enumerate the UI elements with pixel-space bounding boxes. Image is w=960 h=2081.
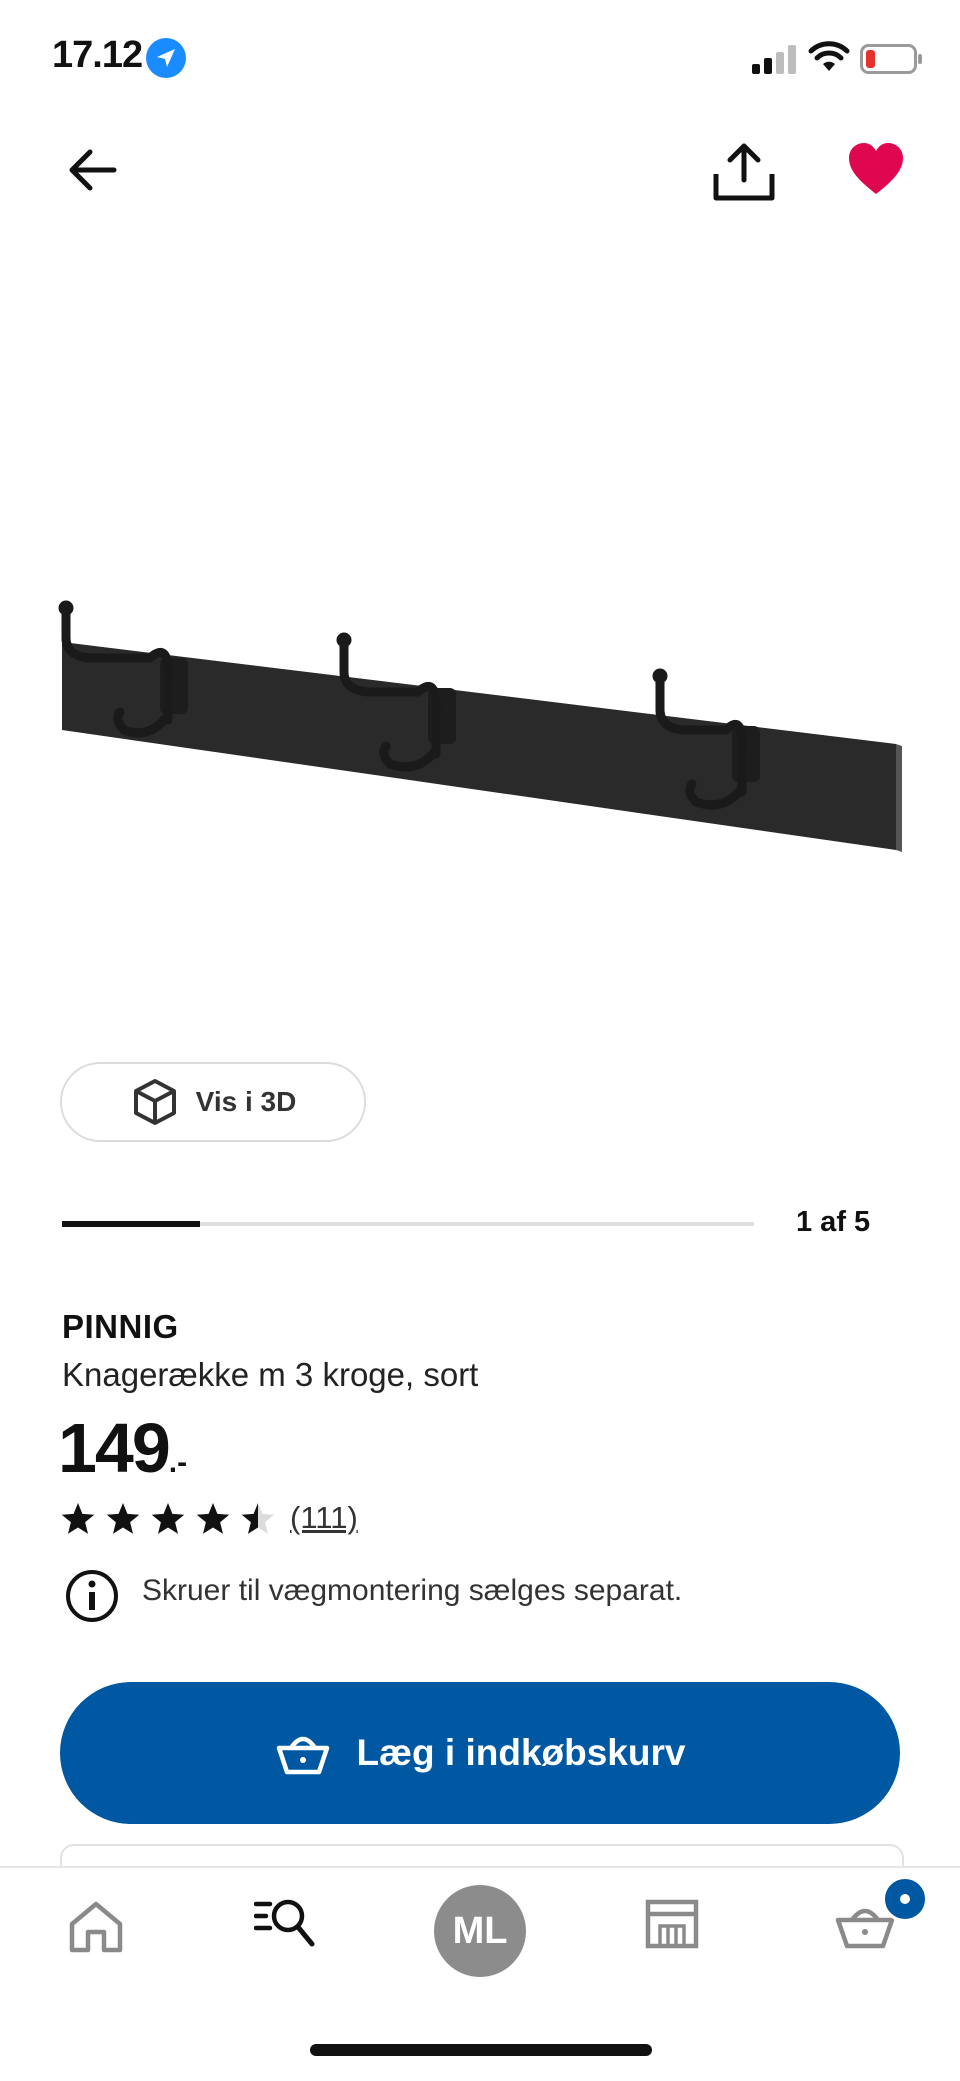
heart-filled-icon[interactable] (846, 140, 906, 200)
add-to-cart-label: Læg i indkøbskurv (356, 1732, 686, 1773)
view-3d-button[interactable]: Vis i 3D (60, 1062, 366, 1142)
product-name: PINNIG (62, 1308, 179, 1345)
gallery-progress-fill (62, 1221, 201, 1227)
product-image[interactable] (50, 580, 910, 870)
cellular-signal-icon (752, 45, 796, 74)
basket-icon (276, 1736, 329, 1775)
star-filled (61, 1503, 95, 1534)
review-count-link[interactable]: (111) (290, 1500, 358, 1536)
back-arrow-icon[interactable] (62, 140, 122, 200)
star-filled (196, 1503, 230, 1534)
star-filled (106, 1503, 140, 1534)
view-3d-label: Vis i 3D (195, 1086, 297, 1117)
status-time: 17.12 (52, 34, 143, 76)
store-icon[interactable] (644, 1898, 700, 1950)
rating-stars[interactable] (60, 1500, 280, 1540)
profile-avatar[interactable]: ML (434, 1885, 526, 1977)
cart-badge (882, 1876, 928, 1922)
location-arrow-icon (146, 38, 186, 78)
product-price: 149.- (58, 1409, 188, 1487)
home-indicator (310, 2044, 652, 2056)
info-note: Skruer til vægmontering sælges separat. (142, 1574, 683, 1607)
search-icon[interactable] (254, 1896, 318, 1952)
info-icon (66, 1570, 118, 1622)
home-icon[interactable] (66, 1898, 126, 1954)
add-to-cart-button[interactable]: Læg i indkøbskurv (60, 1682, 900, 1824)
wifi-icon (808, 41, 850, 71)
battery-low-icon (860, 44, 922, 74)
share-icon[interactable] (710, 140, 778, 206)
star-filled (151, 1503, 185, 1534)
cart-badge-dot (900, 1894, 910, 1904)
cube-icon (133, 1079, 176, 1125)
gallery-position-label: 1 af 5 (796, 1206, 871, 1238)
product-description: Knagerække m 3 kroge, sort (62, 1356, 479, 1393)
